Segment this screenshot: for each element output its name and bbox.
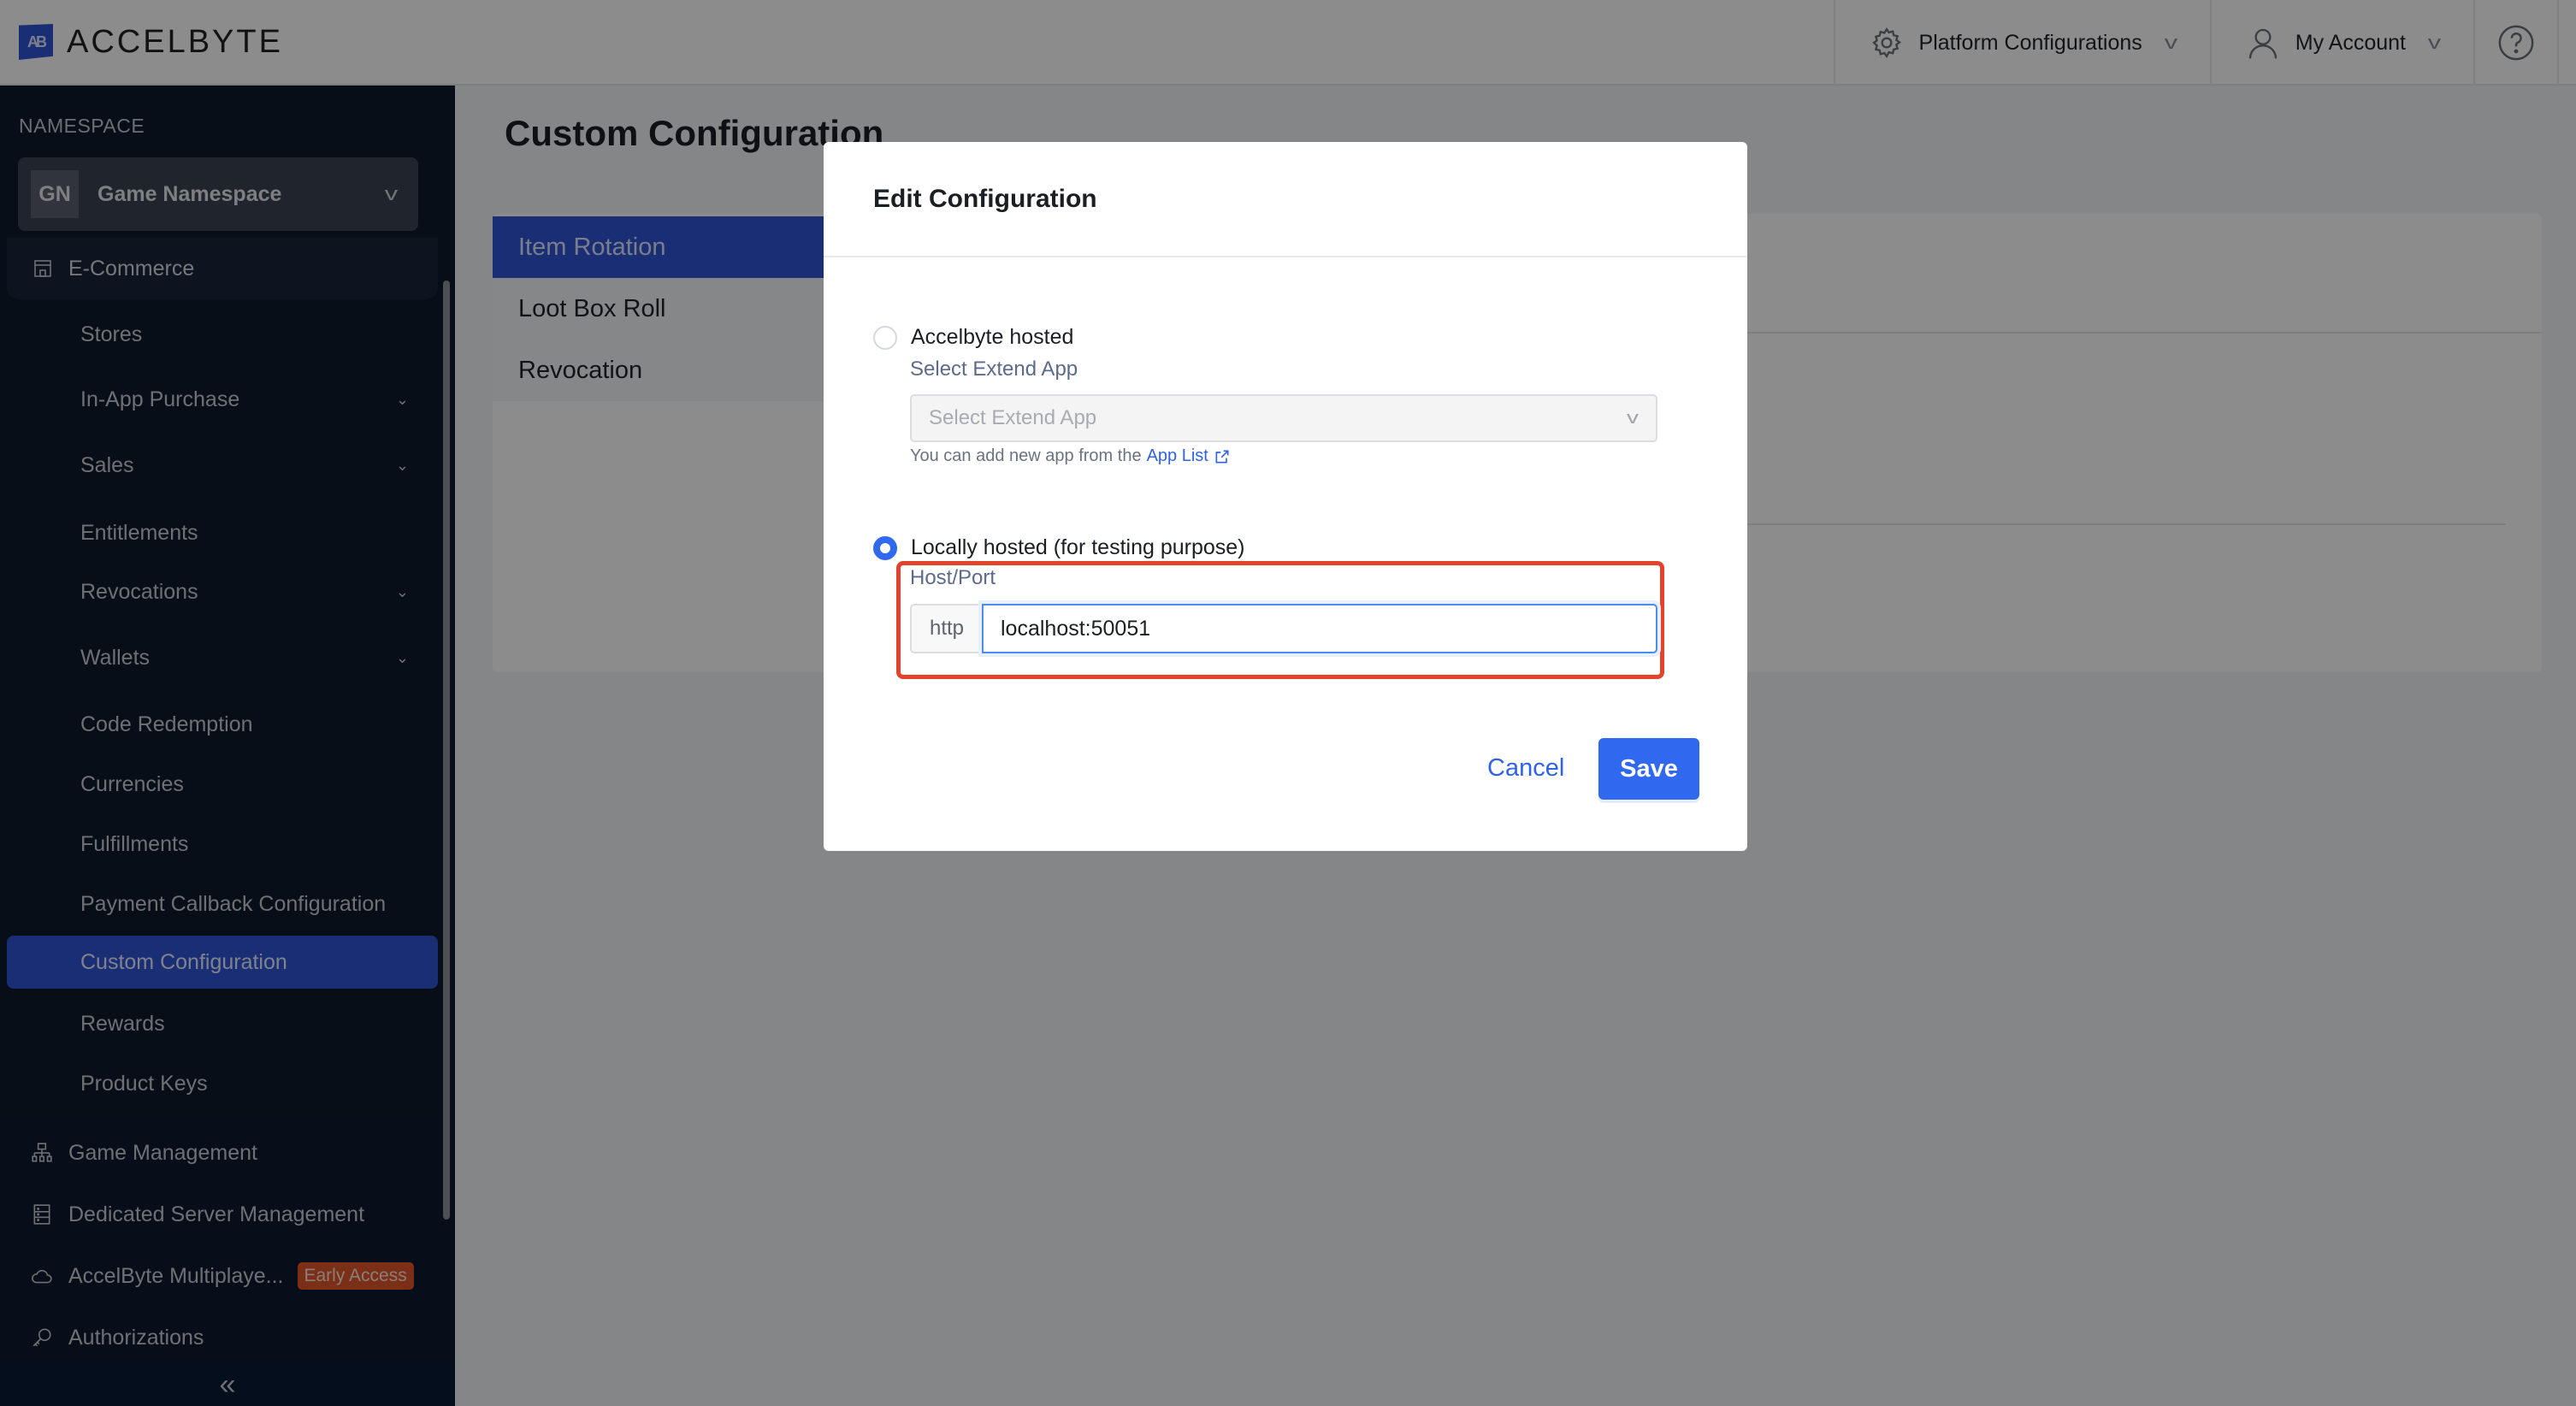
radio-button-selected[interactable] [873,535,897,560]
save-button[interactable]: Save [1598,738,1699,800]
protocol-addon: http [910,604,982,653]
helper-text-label: You can add new app from the [910,446,1142,465]
radio-label: Accelbyte hosted [911,325,1074,349]
select-extend-app-label: Select Extend App [910,357,1078,381]
host-port-input[interactable] [982,604,1657,653]
select-extend-app-dropdown[interactable]: Select Extend App v [910,394,1657,442]
modal-title: Edit Configuration [824,142,1747,257]
radio-accelbyte-hosted[interactable]: Accelbyte hosted [873,325,1073,350]
select-placeholder: Select Extend App [929,406,1097,429]
host-port-label: Host/Port [910,566,996,589]
external-link-icon[interactable] [1214,448,1231,465]
chevron-down-icon: v [1627,408,1639,428]
helper-text: You can add new app from the App List [910,446,1231,466]
host-port-input-group: http [910,604,1657,653]
radio-button[interactable] [873,325,897,350]
edit-configuration-modal: Edit Configuration Accelbyte hosted Sele… [824,142,1747,851]
app-list-link[interactable]: App List [1147,446,1208,466]
radio-locally-hosted[interactable]: Locally hosted (for testing purpose) [873,535,1245,560]
cancel-button[interactable]: Cancel [1474,738,1578,798]
radio-label: Locally hosted (for testing purpose) [911,535,1245,559]
